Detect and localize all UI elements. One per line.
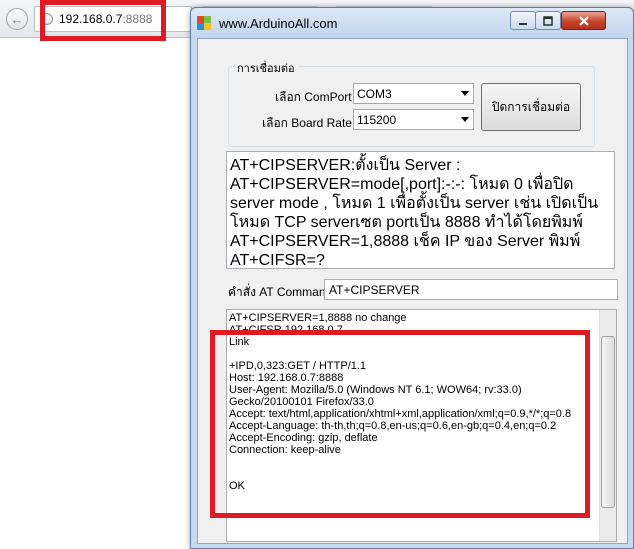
log-scroll-thumb[interactable] bbox=[601, 336, 615, 508]
window-client-area: การเชื่อมต่อ เลือก ComPort COM3 เลือก Bo… bbox=[197, 38, 628, 544]
baud-rate-select[interactable]: 115200 bbox=[353, 109, 474, 130]
browser-page-content bbox=[0, 38, 192, 549]
minimize-icon bbox=[519, 22, 527, 25]
log-line: Gecko/20100101 Firefox/33.0 bbox=[229, 396, 374, 408]
log-line: Host: 192.168.0.7:8888 bbox=[229, 372, 344, 384]
app-icon bbox=[197, 16, 211, 30]
window-title: www.ArduinoAll.com bbox=[219, 16, 338, 31]
chevron-down-icon bbox=[457, 84, 473, 103]
groupbox-title: การเชื่อมต่อ bbox=[234, 59, 298, 77]
back-button[interactable]: ← bbox=[6, 8, 28, 30]
log-line: AT+CIPSERVER=1,8888 no change bbox=[229, 312, 407, 324]
log-line: Accept: text/html,application/xhtml+xml,… bbox=[229, 408, 572, 420]
at-command-label: คำสั่ง AT Command bbox=[228, 285, 333, 299]
chevron-down-icon bbox=[457, 110, 473, 129]
log-line: Accept-Encoding: gzip, deflate bbox=[229, 432, 378, 444]
baud-rate-value: 115200 bbox=[357, 112, 397, 127]
maximize-icon bbox=[543, 15, 553, 26]
log-line: AT+CIFSR 192.168.0.7 bbox=[229, 324, 343, 336]
log-line: Connection: keep-alive bbox=[229, 444, 341, 456]
log-line: Accept-Language: th-th,th;q=0.8,en-us;q=… bbox=[229, 420, 557, 432]
comport-label: เลือก ComPort bbox=[275, 90, 352, 104]
log-scrollbar[interactable] bbox=[599, 310, 616, 541]
url-port: :8888 bbox=[122, 12, 153, 26]
log-line: Link bbox=[229, 336, 250, 348]
log-line: OK bbox=[229, 480, 245, 492]
maximize-button[interactable] bbox=[535, 11, 561, 30]
close-button[interactable] bbox=[561, 11, 606, 30]
serial-log-textarea[interactable]: AT+CIPSERVER=1,8888 no change AT+CIFSR 19… bbox=[226, 309, 617, 542]
url-host: 192.168.0.7 bbox=[59, 12, 123, 26]
comport-value: COM3 bbox=[357, 86, 392, 101]
comport-select[interactable]: COM3 bbox=[353, 83, 474, 104]
disconnect-button[interactable]: ปิดการเชื่อมต่อ bbox=[481, 83, 581, 131]
address-bar[interactable]: 192.168.0.7:8888 bbox=[34, 6, 192, 32]
title-bar[interactable]: www.ArduinoAll.com bbox=[191, 8, 633, 38]
command-help-text[interactable]: AT+CIPSERVER:ตั้งเป็น Server : AT+CIPSER… bbox=[226, 151, 615, 269]
at-command-input[interactable]: AT+CIPSERVER bbox=[324, 279, 618, 300]
minimize-button[interactable] bbox=[510, 11, 536, 30]
back-arrow-icon: ← bbox=[10, 11, 24, 27]
app-window: www.ArduinoAll.com การเชื่อมต่อ เลือก Co… bbox=[190, 7, 634, 549]
close-icon bbox=[578, 15, 589, 26]
log-line: User-Agent: Mozilla/5.0 (Windows NT 6.1;… bbox=[229, 384, 522, 396]
log-line: +IPD,0,323:GET / HTTP/1.1 bbox=[229, 360, 367, 372]
baud-rate-label: เลือก Board Rate bbox=[262, 116, 352, 130]
globe-icon bbox=[41, 13, 53, 25]
serial-log-lines: AT+CIPSERVER=1,8888 no change AT+CIFSR 19… bbox=[229, 312, 597, 492]
